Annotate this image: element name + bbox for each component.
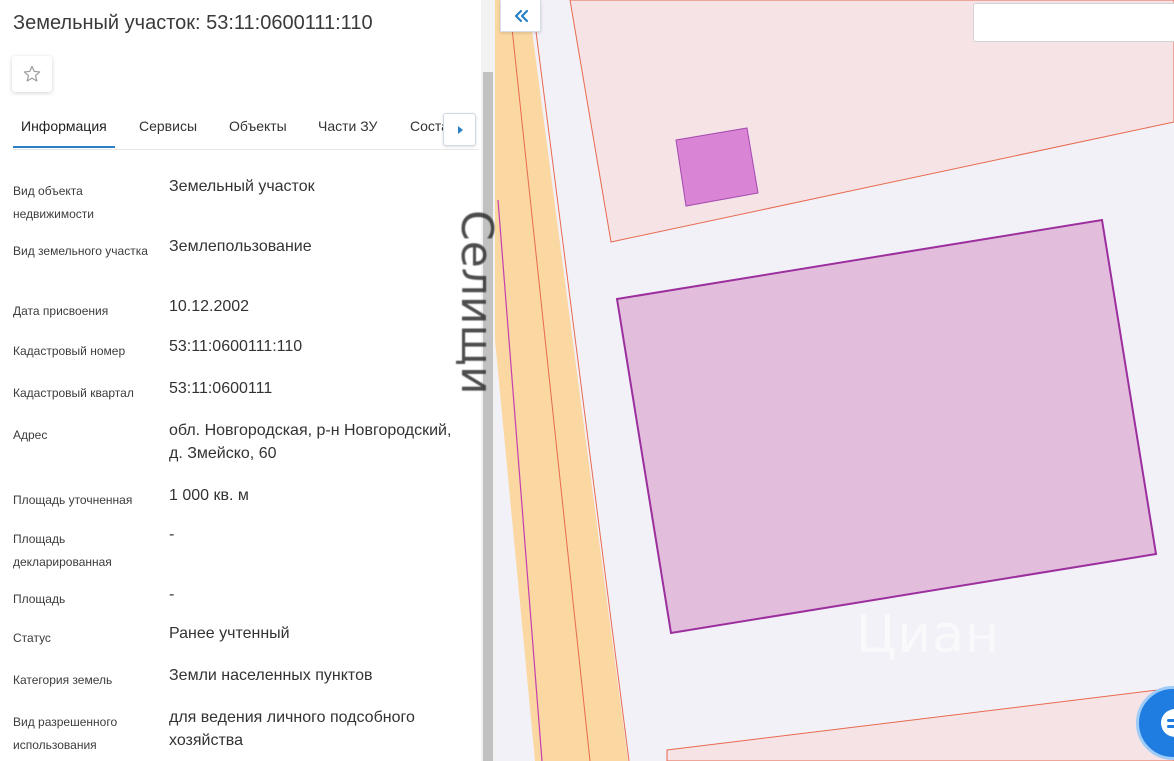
tab-bar: Информация Сервисы Объекты Части ЗУ Сост… <box>13 108 479 150</box>
star-icon <box>23 65 41 82</box>
info-label: Статус <box>13 631 51 645</box>
info-label: Адрес <box>13 428 48 442</box>
info-label: Дата присвоения <box>13 304 109 318</box>
collapse-panel-button[interactable] <box>500 0 541 32</box>
favorite-button[interactable] <box>12 56 52 92</box>
info-label: Вид объекта недвижимости <box>13 184 94 221</box>
info-value: 10.12.2002 <box>169 298 250 315</box>
tab-parcel-parts[interactable]: Части ЗУ <box>318 118 377 134</box>
tab-information[interactable]: Информация <box>21 118 107 134</box>
info-value: 53:11:0600111 <box>169 380 273 397</box>
info-label: Кадастровый квартал <box>13 386 134 400</box>
info-label: Вид разрешенного использования <box>13 715 118 752</box>
neighbor-parcel-bottom[interactable] <box>666 687 1174 761</box>
map-search-input[interactable] <box>973 3 1174 42</box>
info-value: 1 000 кв. м <box>169 487 249 504</box>
info-label: Кадастровый номер <box>13 344 126 358</box>
info-value: 53:11:0600111:110 <box>169 338 303 355</box>
cadastral-map[interactable] <box>495 0 1174 761</box>
info-value: Ранее учтенный <box>169 625 290 642</box>
panel-scrollbar-thumb[interactable] <box>483 72 493 761</box>
info-value: - <box>169 526 175 543</box>
info-value: обл. Новгородская, р-н Новгородский, д. … <box>169 422 452 462</box>
info-label: Площадь уточненная <box>13 493 133 507</box>
caret-right-icon <box>457 125 463 134</box>
info-value: Земли населенных пунктов <box>169 667 373 684</box>
info-value: Землепользование <box>169 238 312 255</box>
tab-objects[interactable]: Объекты <box>229 118 287 134</box>
info-value: - <box>169 586 175 603</box>
info-panel: Земельный участок: 53:11:0600111:110 Инф… <box>0 0 481 761</box>
info-value: для ведения личного подсобного хозяйства <box>169 709 415 749</box>
tab-services[interactable]: Сервисы <box>139 118 197 134</box>
page-title: Земельный участок: 53:11:0600111:110 <box>13 12 373 34</box>
chat-icon <box>1161 709 1174 737</box>
info-label: Категория земель <box>13 673 113 687</box>
selected-parcel[interactable] <box>615 218 1158 635</box>
info-label: Площадь <box>13 592 66 606</box>
watermark: Циан <box>856 605 1001 665</box>
building[interactable] <box>675 127 759 207</box>
double-chevron-left-icon <box>514 9 528 22</box>
info-value: Земельный участок <box>169 178 315 195</box>
info-label: Площадь декларированная <box>13 532 112 569</box>
tabs-scroll-right-button[interactable] <box>443 113 476 146</box>
info-label: Вид земельного участка <box>13 244 148 258</box>
street-label: Селищи <box>451 210 502 395</box>
map-canvas[interactable] <box>495 0 1174 761</box>
active-tab-indicator <box>13 146 115 148</box>
